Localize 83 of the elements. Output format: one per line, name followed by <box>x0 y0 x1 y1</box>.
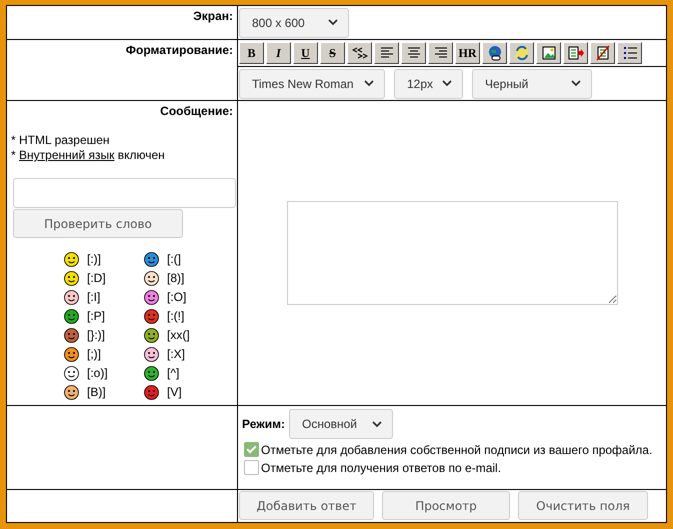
align-center-icon <box>406 47 420 59</box>
smiley-code: [8)] <box>167 271 184 285</box>
smiley-icon[interactable] <box>64 308 79 324</box>
field-label: Экран: <box>193 9 233 23</box>
word-input-field[interactable] <box>13 178 236 208</box>
format-button[interactable]: B <box>239 42 264 64</box>
quote-icon <box>352 46 368 60</box>
smiley-code: [V] <box>167 385 182 399</box>
document-arrow-icon <box>568 45 584 61</box>
smiley-code: [:o)] <box>87 366 108 380</box>
smiley-icon[interactable] <box>64 328 79 342</box>
checkbox[interactable] <box>244 442 259 457</box>
smiley-code: [}:)] <box>87 328 106 342</box>
globe-link-icon <box>486 45 502 61</box>
smiley-icon[interactable] <box>144 252 159 266</box>
smiley-icon[interactable] <box>64 366 79 380</box>
smiley-code: [:I] <box>87 290 100 304</box>
checkbox[interactable] <box>244 460 259 475</box>
format-button[interactable]: U <box>293 42 318 64</box>
smiley-icon[interactable] <box>144 308 159 324</box>
smiley-code: [xx(] <box>167 328 190 342</box>
caret-icon <box>442 80 452 87</box>
smiley-icon[interactable] <box>144 290 159 304</box>
format-button[interactable] <box>563 42 588 64</box>
format-button[interactable] <box>401 42 426 64</box>
smiley-code: [^] <box>167 366 180 380</box>
smiley-code: [;)] <box>87 347 101 361</box>
refresh-icon <box>514 45 530 61</box>
smiley-icon[interactable] <box>144 328 159 342</box>
smiley-icon[interactable] <box>64 252 79 266</box>
mode-select[interactable]: Основной <box>288 409 393 439</box>
smiley-code: [B)] <box>87 385 106 399</box>
document-crossed-icon <box>594 45 610 61</box>
format-button[interactable] <box>536 42 561 64</box>
info-note: * HTML разрешен <box>11 133 110 148</box>
smiley-code: [:P] <box>87 309 106 323</box>
smiley-icon[interactable] <box>144 346 159 362</box>
form-button[interactable]: Просмотр <box>382 491 510 520</box>
format-button[interactable] <box>617 42 642 64</box>
format-button[interactable] <box>347 42 372 64</box>
font-select[interactable]: Times New Roman <box>239 68 385 98</box>
smiley-icon[interactable] <box>144 384 159 400</box>
list-icon <box>622 46 638 60</box>
language-link[interactable]: Внутренний язык <box>19 148 114 162</box>
form-button[interactable]: Добавить ответ <box>239 491 374 520</box>
smiley-icon[interactable] <box>64 384 79 400</box>
format-button[interactable] <box>482 42 507 64</box>
format-button[interactable]: S <box>320 42 345 64</box>
format-button[interactable]: I <box>266 42 291 64</box>
form-button[interactable]: Очистить поля <box>518 491 648 520</box>
screen-select[interactable]: 800 x 600 <box>239 8 349 38</box>
info-note: * Внутренний язык включен <box>11 148 165 163</box>
caret-icon <box>372 420 382 428</box>
format-button[interactable] <box>428 42 453 64</box>
format-button[interactable]: HR <box>455 42 480 64</box>
smiley-code: [:(!] <box>167 309 184 323</box>
smiley-icon[interactable] <box>64 346 79 362</box>
text-color-select[interactable]: Черный <box>472 68 592 98</box>
smiley-code: [:X] <box>167 347 186 361</box>
smiley-icon[interactable] <box>144 366 159 380</box>
smiley-code: [:)] <box>87 252 101 266</box>
caret-icon <box>571 80 581 87</box>
smiley-icon[interactable] <box>64 290 79 304</box>
smiley-code: [:D] <box>87 271 106 285</box>
field-label: Форматирование: <box>126 43 233 57</box>
smiley-icon[interactable] <box>144 270 159 286</box>
align-left-icon <box>380 47 394 59</box>
align-right-icon <box>434 47 448 59</box>
smiley-code: [:(] <box>167 252 181 266</box>
format-button[interactable] <box>509 42 534 64</box>
size-select[interactable]: 12px <box>394 68 463 98</box>
caret-icon <box>328 19 338 26</box>
caret-icon <box>364 80 374 87</box>
mode-label: Режим: <box>242 417 285 431</box>
smiley-code: [:O] <box>167 290 186 304</box>
format-button[interactable] <box>374 42 399 64</box>
smiley-icon[interactable] <box>64 270 79 286</box>
field-label: Сообщение: <box>160 104 233 118</box>
option-label: Отметьте для получения ответов по e-mail. <box>261 460 502 474</box>
option-label: Отметьте для добавления собственной подписи из вашего профайла. <box>261 442 652 456</box>
image-icon <box>540 45 556 61</box>
check-word-button[interactable]: Проверить слово <box>13 209 183 238</box>
format-button[interactable] <box>590 42 615 64</box>
